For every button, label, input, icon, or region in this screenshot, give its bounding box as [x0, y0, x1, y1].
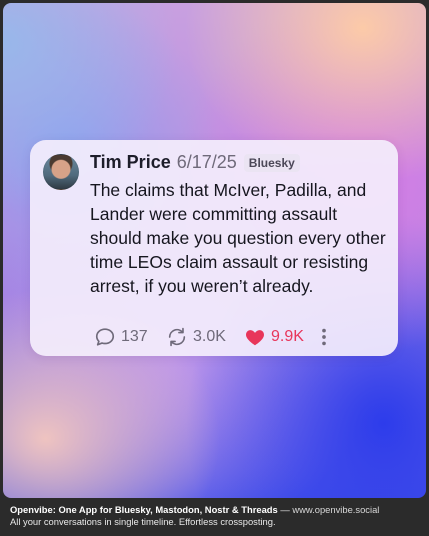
- post-date: 6/17/25: [176, 152, 237, 172]
- footer-line-1: Openvibe: One App for Bluesky, Mastodon,…: [10, 504, 419, 516]
- vertical-ellipsis-icon: [322, 328, 326, 346]
- speech-bubble-icon: [95, 328, 115, 346]
- footer-banner: Openvibe: One App for Bluesky, Mastodon,…: [0, 498, 429, 536]
- author-name[interactable]: Tim Price: [90, 152, 171, 173]
- network-badge: Bluesky: [243, 153, 300, 172]
- post-card[interactable]: Tim Price 6/17/25 Bluesky The claims tha…: [30, 140, 398, 356]
- footer-link[interactable]: www.openvibe.social: [292, 504, 379, 515]
- reply-button[interactable]: 137: [94, 326, 148, 348]
- avatar[interactable]: [43, 154, 79, 190]
- like-button[interactable]: 9.9K: [244, 326, 304, 348]
- more-options-button[interactable]: [316, 326, 332, 348]
- post-header: Tim Price 6/17/25 Bluesky: [90, 152, 300, 173]
- reply-count: 137: [121, 328, 148, 345]
- post-actions: 137 3.0K 9.9K: [94, 326, 394, 348]
- like-count: 9.9K: [271, 328, 304, 345]
- footer-separator: —: [280, 504, 290, 515]
- repost-button[interactable]: 3.0K: [166, 326, 226, 348]
- repost-count: 3.0K: [193, 328, 226, 345]
- repost-arrows-icon: [168, 327, 186, 347]
- footer-tagline: All your conversations in single timelin…: [10, 515, 276, 527]
- post-text: The claims that McIver, Padilla, and Lan…: [90, 180, 386, 296]
- footer-title: Openvibe: One App for Bluesky, Mastodon,…: [10, 504, 278, 515]
- gradient-background: Tim Price 6/17/25 Bluesky The claims tha…: [3, 3, 426, 498]
- heart-icon: [246, 330, 264, 346]
